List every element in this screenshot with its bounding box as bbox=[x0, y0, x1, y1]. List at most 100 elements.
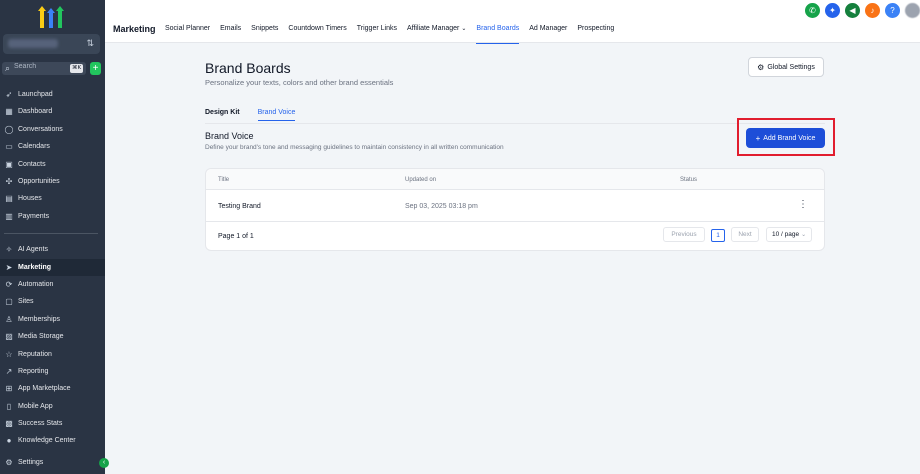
tab-prospecting[interactable]: Prospecting bbox=[577, 25, 614, 44]
chevron-down-icon: ⌄ bbox=[801, 232, 807, 238]
megaphone-icon[interactable]: ◀ bbox=[845, 3, 860, 18]
sidebar-item-launchpad[interactable]: ➶ Launchpad bbox=[0, 86, 105, 103]
phone-icon[interactable]: ✆ bbox=[805, 3, 820, 18]
sites-icon: ▢ bbox=[5, 297, 13, 306]
sidebar-item-label: Success Stats bbox=[18, 420, 63, 427]
gear-icon: ⚙ bbox=[757, 62, 765, 72]
sidebar-item-ai-agents[interactable]: ✧ AI Agents bbox=[0, 241, 105, 258]
search-placeholder: Search bbox=[14, 63, 37, 70]
page-title: Brand Boards bbox=[205, 60, 291, 76]
sidebar-item-calendars[interactable]: ▭ Calendars bbox=[0, 138, 105, 155]
sidebar-item-settings[interactable]: ⚙ Settings bbox=[0, 454, 105, 471]
tab-snippets[interactable]: Snippets bbox=[251, 25, 278, 44]
tab-design-kit[interactable]: Design Kit bbox=[205, 109, 240, 121]
tab-brand-voice[interactable]: Brand Voice bbox=[257, 109, 296, 121]
table-header: Title Updated on Status bbox=[206, 169, 824, 190]
star-icon: ☆ bbox=[5, 350, 13, 359]
main-content: Brand Boards Personalize your texts, col… bbox=[105, 43, 920, 474]
table-row[interactable]: Testing Brand Sep 03, 2025 03:18 pm ⋮ bbox=[206, 190, 824, 222]
page-indicator: Page 1 of 1 bbox=[218, 233, 254, 240]
sidebar-item-automation[interactable]: ⟳ Automation bbox=[0, 276, 105, 293]
help-icon[interactable]: ? bbox=[885, 3, 900, 18]
reporting-icon: ↗ bbox=[5, 367, 13, 376]
plus-icon: + bbox=[755, 133, 761, 143]
account-name bbox=[8, 39, 58, 48]
sidebar-item-label: AI Agents bbox=[18, 246, 48, 253]
sidebar-item-label: Memberships bbox=[18, 316, 61, 323]
sidebar-item-label: Conversations bbox=[18, 126, 63, 133]
mobile-icon: ▯ bbox=[6, 402, 12, 411]
stats-icon: ▩ bbox=[5, 419, 13, 428]
sidebar-item-label: Houses bbox=[18, 195, 42, 202]
opportunities-icon: ✣ bbox=[5, 177, 13, 186]
sidebar-item-label: App Marketplace bbox=[18, 385, 71, 392]
next-page-button[interactable]: Next bbox=[731, 227, 759, 242]
sidebar-item-label: Media Storage bbox=[18, 333, 64, 340]
sidebar-item-marketing[interactable]: ➤ Marketing bbox=[0, 259, 105, 276]
brand-board-tabs: Design Kit Brand Voice bbox=[205, 109, 313, 121]
tab-label: Affiliate Manager bbox=[406, 25, 460, 32]
sidebar-item-dashboard[interactable]: ▦ Dashboard bbox=[0, 103, 105, 120]
sidebar-item-mobile-app[interactable]: ▯ Mobile App bbox=[0, 398, 105, 415]
sidebar-item-label: Calendars bbox=[18, 143, 50, 150]
sidebar-item-label: Marketing bbox=[18, 264, 52, 271]
sidebar-item-label: Launchpad bbox=[18, 91, 53, 98]
section-heading: Brand Voice bbox=[205, 131, 254, 141]
sidebar-item-contacts[interactable]: ▣ Contacts bbox=[0, 156, 105, 173]
tab-ad-manager[interactable]: Ad Manager bbox=[529, 25, 567, 44]
magic-wand-icon[interactable]: ✦ bbox=[825, 3, 840, 18]
sidebar: ⇅ ⌕ Search ⌘K + ➶ Launchpad ▦ Dashboard ◯ C… bbox=[0, 0, 109, 474]
sidebar-item-reporting[interactable]: ↗ Reporting bbox=[0, 363, 105, 380]
media-icon: ▨ bbox=[5, 332, 13, 341]
sidebar-item-knowledge-center[interactable]: ● Knowledge Center bbox=[0, 432, 105, 449]
account-switcher[interactable]: ⇅ bbox=[3, 34, 100, 54]
sidebar-item-label: Sites bbox=[18, 298, 34, 305]
sidebar-item-sites[interactable]: ▢ Sites bbox=[0, 293, 105, 310]
contacts-icon: ▣ bbox=[5, 160, 13, 169]
page-number-button[interactable]: 1 bbox=[711, 229, 725, 242]
sidebar-item-app-marketplace[interactable]: ⊞ App Marketplace bbox=[0, 380, 105, 397]
sidebar-item-reputation[interactable]: ☆ Reputation bbox=[0, 346, 105, 363]
global-settings-button[interactable]: ⚙ Global Settings bbox=[748, 57, 824, 77]
search-input[interactable]: ⌕ Search ⌘K bbox=[2, 62, 86, 75]
bell-icon[interactable]: ♪ bbox=[865, 3, 880, 18]
quick-add-button[interactable]: + bbox=[90, 62, 101, 75]
tab-countdown-timers[interactable]: Countdown Timers bbox=[288, 25, 346, 44]
column-title: Title bbox=[218, 177, 230, 183]
house-icon: ▤ bbox=[5, 194, 13, 203]
sidebar-item-media-storage[interactable]: ▨ Media Storage bbox=[0, 328, 105, 345]
chevron-down-icon: ⌄ bbox=[461, 26, 467, 32]
page-size-value: 10 / page bbox=[772, 231, 800, 238]
sidebar-item-opportunities[interactable]: ✣ Opportunities bbox=[0, 173, 105, 190]
marketplace-icon: ⊞ bbox=[5, 384, 13, 393]
sidebar-item-houses[interactable]: ▤ Houses bbox=[0, 190, 105, 207]
tabs-divider bbox=[205, 123, 825, 124]
sidebar-item-label: Opportunities bbox=[18, 178, 60, 185]
header-actions: ✆ ✦ ◀ ♪ ? bbox=[800, 3, 920, 18]
tab-trigger-links[interactable]: Trigger Links bbox=[357, 25, 397, 44]
sidebar-item-memberships[interactable]: ♙ Memberships bbox=[0, 311, 105, 328]
row-updated-on: Sep 03, 2025 03:18 pm bbox=[405, 203, 478, 210]
tab-emails[interactable]: Emails bbox=[220, 25, 241, 44]
payments-icon: ▥ bbox=[5, 212, 13, 221]
sidebar-item-label: Mobile App bbox=[18, 403, 53, 410]
sidebar-item-label: Dashboard bbox=[18, 108, 53, 115]
column-updated-on: Updated on bbox=[405, 177, 437, 183]
calendar-icon: ▭ bbox=[5, 142, 13, 151]
tab-brand-boards[interactable]: Brand Boards bbox=[476, 25, 520, 44]
global-settings-label: Global Settings bbox=[767, 63, 815, 71]
add-brand-voice-button[interactable]: + Add Brand Voice bbox=[746, 128, 825, 148]
avatar[interactable] bbox=[905, 3, 920, 18]
tab-social-planner[interactable]: Social Planner bbox=[165, 25, 210, 44]
more-options-icon[interactable]: ⋮ bbox=[798, 200, 808, 210]
tab-affiliate-manager[interactable]: Affiliate Manager ⌄ bbox=[407, 25, 466, 44]
section-description: Define your brand's tone and messaging g… bbox=[205, 144, 504, 151]
sidebar-divider bbox=[4, 233, 98, 234]
chat-icon: ◯ bbox=[4, 125, 14, 134]
sidebar-item-payments[interactable]: ▥ Payments bbox=[0, 208, 105, 225]
sidebar-item-conversations[interactable]: ◯ Conversations bbox=[0, 121, 105, 138]
page-size-select[interactable]: 10 / page ⌄ bbox=[766, 227, 812, 242]
previous-page-button[interactable]: Previous bbox=[663, 227, 705, 242]
sidebar-item-label: Reputation bbox=[18, 351, 52, 358]
sidebar-item-success-stats[interactable]: ▩ Success Stats bbox=[0, 415, 105, 432]
